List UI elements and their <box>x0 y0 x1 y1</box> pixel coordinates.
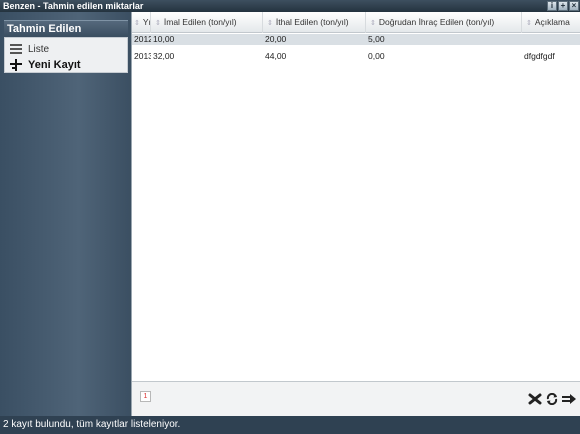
sidebar-item-liste[interactable]: Liste <box>10 41 49 57</box>
grid-header: ⇕Yılı ⇕İmal Edilen (ton/yıl) ⇕İthal Edil… <box>132 12 580 33</box>
sort-icon: ⇕ <box>155 20 161 27</box>
grid-footer: 1 <box>132 381 580 416</box>
close-window-button[interactable]: × <box>569 1 579 11</box>
sidebar-item-yeni-kayit[interactable]: Yeni Kayıt <box>10 57 81 73</box>
table-row[interactable]: 2013 32,00 44,00 0,00 dfgdfgdf <box>132 51 580 62</box>
sort-icon: ⇕ <box>526 20 532 27</box>
cell-produced: 32,00 <box>153 51 175 61</box>
sidebar-menu: Liste Yeni Kayıt <box>4 37 128 73</box>
add-window-button[interactable]: + <box>558 1 568 11</box>
sort-icon: ⇕ <box>134 20 140 27</box>
sort-icon: ⇕ <box>267 20 273 27</box>
column-header-description[interactable]: ⇕ Açıklama <box>522 12 580 33</box>
delete-icon[interactable] <box>528 393 542 405</box>
cell-produced: 10,00 <box>153 34 175 44</box>
cell-description: dfgdfgdf <box>524 51 555 61</box>
cell-imported: 20,00 <box>265 34 287 44</box>
column-header-exported[interactable]: ⇕ Doğrudan İhraç Edilen (ton/yıl) <box>366 12 522 33</box>
window-titlebar: Benzen - Tahmin edilen miktarlar i + × <box>0 0 580 12</box>
window-title: Benzen - Tahmin edilen miktarlar <box>3 1 144 11</box>
grid-toolbar <box>528 393 576 405</box>
cell-exported: 0,00 <box>368 51 385 61</box>
sidebar-item-label: Yeni Kayıt <box>28 59 81 71</box>
export-icon[interactable] <box>562 393 576 405</box>
cell-description <box>522 34 580 45</box>
page-number[interactable]: 1 <box>140 391 151 402</box>
sidebar-heading: Tahmin Edilen Miktarlar <box>4 20 128 52</box>
status-bar: 2 kayıt bulundu, tüm kayıtlar listeleniy… <box>0 416 580 434</box>
cell-exported: 5,00 <box>368 34 385 44</box>
column-header-produced[interactable]: ⇕ İmal Edilen (ton/yıl) <box>151 12 263 33</box>
cell-year: 2012 <box>134 34 151 44</box>
column-header-imported[interactable]: ⇕ İthal Edilen (ton/yıl) <box>263 12 366 33</box>
info-button[interactable]: i <box>547 1 557 11</box>
plus-icon <box>10 59 22 71</box>
refresh-icon[interactable] <box>545 393 559 405</box>
sidebar: Tahmin Edilen Miktarlar Liste Yeni Kayıt <box>0 12 131 416</box>
data-grid: ⇕Yılı ⇕İmal Edilen (ton/yıl) ⇕İthal Edil… <box>131 12 580 416</box>
cell-year: 2013 <box>134 51 151 61</box>
cell-imported: 44,00 <box>265 51 287 61</box>
sidebar-item-label: Liste <box>28 43 50 55</box>
sort-icon: ⇕ <box>370 20 376 27</box>
table-row[interactable]: 2012 10,00 20,00 5,00 <box>132 34 580 45</box>
column-header-year[interactable]: ⇕Yılı <box>132 12 151 33</box>
list-icon <box>10 44 22 54</box>
window-controls: i + × <box>547 1 579 11</box>
